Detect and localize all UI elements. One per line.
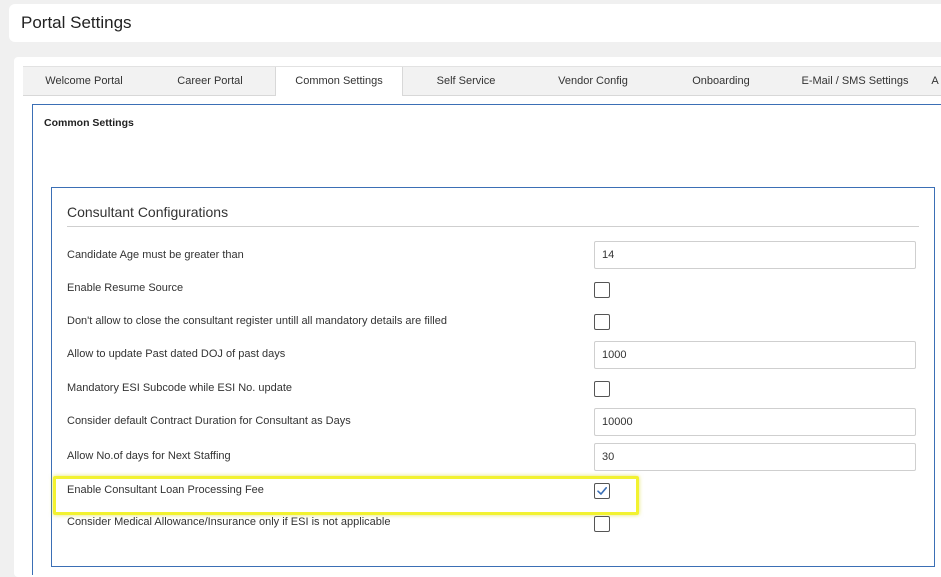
row-label-candidate-age: Candidate Age must be greater than <box>67 249 244 261</box>
tab-overflow[interactable]: A <box>925 67 941 95</box>
tab-common-settings[interactable]: Common Settings <box>275 67 403 96</box>
row-label-medical-allowance: Consider Medical Allowance/Insurance onl… <box>67 516 391 528</box>
row-label-loan-processing-fee: Enable Consultant Loan Processing Fee <box>67 484 264 496</box>
section-title: Common Settings <box>44 117 134 129</box>
medical-allowance-checkbox[interactable] <box>594 516 610 532</box>
row-label-mandatory-details: Don't allow to close the consultant regi… <box>67 315 447 327</box>
page-title: Portal Settings <box>21 13 132 32</box>
mandatory-details-checkbox[interactable] <box>594 314 610 330</box>
tab-career-portal[interactable]: Career Portal <box>145 67 275 95</box>
row-label-enable-resume-source: Enable Resume Source <box>67 282 184 294</box>
candidate-age-input[interactable] <box>594 241 916 269</box>
group-divider <box>67 226 919 227</box>
check-icon <box>597 487 607 495</box>
enable-resume-source-checkbox[interactable] <box>594 282 610 298</box>
past-dated-doj-input[interactable] <box>594 341 916 369</box>
row-label-past-dated-doj: Allow to update Past dated DOJ of past d… <box>67 348 286 360</box>
tab-email-sms-settings[interactable]: E-Mail / SMS Settings <box>785 67 925 95</box>
tab-onboarding[interactable]: Onboarding <box>657 67 785 95</box>
contract-duration-input[interactable] <box>594 408 916 436</box>
loan-processing-fee-checkbox[interactable] <box>594 483 610 499</box>
row-label-contract-duration: Consider default Contract Duration for C… <box>67 415 351 427</box>
row-label-next-staffing-days: Allow No.of days for Next Staffing <box>67 450 231 462</box>
tab-self-service[interactable]: Self Service <box>403 67 529 95</box>
next-staffing-days-input[interactable] <box>594 443 916 471</box>
tab-vendor-config[interactable]: Vendor Config <box>529 67 657 95</box>
group-title: Consultant Configurations <box>67 204 229 220</box>
row-label-esi-subcode: Mandatory ESI Subcode while ESI No. upda… <box>67 382 293 394</box>
tab-bar: Welcome Portal Career Portal Common Sett… <box>23 66 941 96</box>
esi-subcode-checkbox[interactable] <box>594 381 610 397</box>
header-card: Portal Settings <box>9 4 941 42</box>
tab-welcome-portal[interactable]: Welcome Portal <box>23 67 145 95</box>
